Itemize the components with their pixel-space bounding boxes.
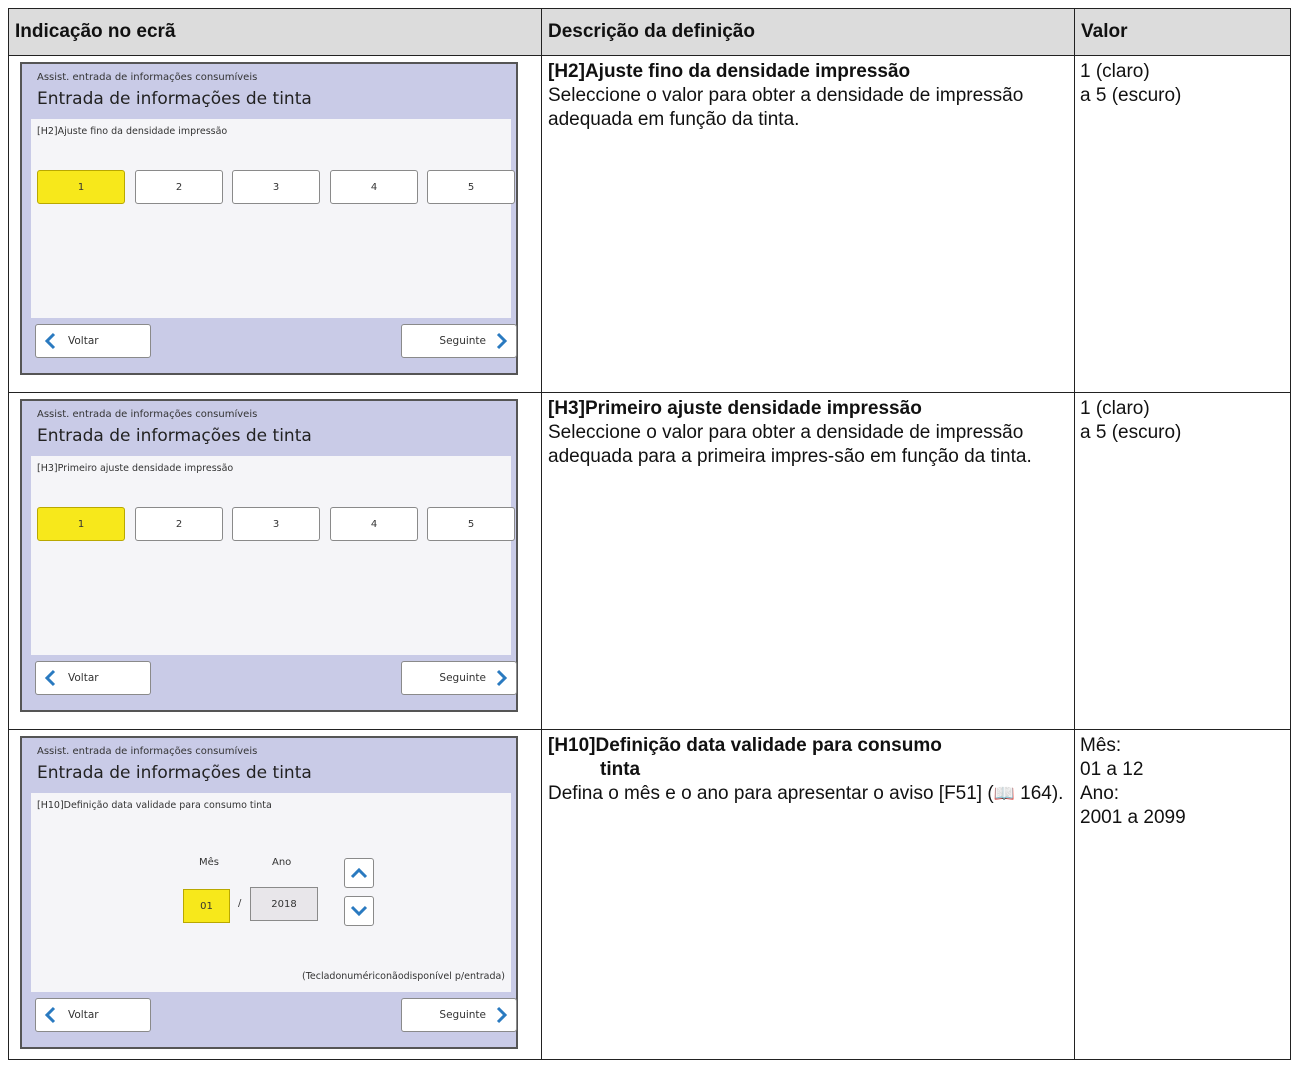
next-label: Seguinte <box>439 1009 486 1021</box>
option-3-button[interactable]: 3 <box>232 170 320 204</box>
option-1-button[interactable]: 1 <box>37 170 125 204</box>
keypad-note: (Tecladonumériconãodisponível p/entrada) <box>302 971 505 982</box>
back-button[interactable]: Voltar <box>35 324 151 358</box>
setting-description: Seleccione o valor para obter a densidad… <box>548 422 1032 467</box>
chevron-left-icon <box>44 669 56 687</box>
table-row: Assist. entrada de informações consumíve… <box>8 392 1291 730</box>
value-line: Ano: <box>1080 783 1120 804</box>
value-cell: Mês: 01 a 12 Ano: 2001 a 2099 <box>1074 729 1291 1060</box>
value-line: 01 a 12 <box>1080 759 1144 780</box>
settings-panel: [H3]Primeiro ajuste densidade impressão … <box>31 456 515 655</box>
chevron-left-icon <box>44 332 56 350</box>
chevron-down-icon <box>350 905 368 917</box>
value-line: Mês: <box>1080 735 1122 756</box>
increase-button[interactable] <box>344 858 374 888</box>
option-2-button[interactable]: 2 <box>135 507 223 541</box>
screen-title: Entrada de informações de tinta <box>37 763 312 783</box>
header-screen-indication: Indicação no ecrã <box>8 8 542 56</box>
value-line: a 5 (escuro) <box>1080 85 1182 106</box>
option-4-button[interactable]: 4 <box>330 507 418 541</box>
year-label: Ano <box>272 857 292 868</box>
value-line: 1 (claro) <box>1080 61 1150 82</box>
description-cell: [H2]Ajuste fino da densidade impressão S… <box>541 55 1075 393</box>
setting-description: Defina o mês e o ano para apresentar o a… <box>548 782 1068 806</box>
panel-label: [H3]Primeiro ajuste densidade impressão <box>37 463 234 474</box>
value-line: 1 (claro) <box>1080 398 1150 419</box>
screen-header: Assist. entrada de informações consumíve… <box>37 72 258 83</box>
description-cell: [H3]Primeiro ajuste densidade impressão … <box>541 392 1075 730</box>
next-button[interactable]: Seguinte <box>401 324 517 358</box>
setting-description: Seleccione o valor para obter a densidad… <box>548 85 1024 130</box>
screen-cell: Assist. entrada de informações consumíve… <box>8 729 542 1060</box>
setting-title: [H10]Definição data validade para consum… <box>548 734 1068 782</box>
setting-title-text: [H10]Definição data validade para consum… <box>548 735 942 756</box>
setting-title: [H2]Ajuste fino da densidade impressão <box>548 61 911 82</box>
table-row: Assist. entrada de informações consumíve… <box>8 55 1291 393</box>
setting-title-continuation: tinta <box>600 759 641 780</box>
screen-title: Entrada de informações de tinta <box>37 426 312 446</box>
table-header-row: Indicação no ecrã Descrição da definição… <box>8 8 1291 56</box>
next-button[interactable]: Seguinte <box>401 661 517 695</box>
chevron-right-icon <box>496 669 508 687</box>
option-4-button[interactable]: 4 <box>330 170 418 204</box>
month-field[interactable]: 01 <box>183 889 230 923</box>
screen-cell: Assist. entrada de informações consumíve… <box>8 55 542 393</box>
chevron-left-icon <box>44 1006 56 1024</box>
option-3-button[interactable]: 3 <box>232 507 320 541</box>
next-label: Seguinte <box>439 672 486 684</box>
screen-mockup-h3: Assist. entrada de informações consumíve… <box>20 399 518 712</box>
back-button[interactable]: Voltar <box>35 998 151 1032</box>
panel-label: [H2]Ajuste fino da densidade impressão <box>37 126 228 137</box>
screen-header: Assist. entrada de informações consumíve… <box>37 746 258 757</box>
settings-panel: [H2]Ajuste fino da densidade impressão 1… <box>31 119 515 318</box>
month-label: Mês <box>199 857 219 868</box>
description-cell: [H10]Definição data validade para consum… <box>541 729 1075 1060</box>
chevron-up-icon <box>350 867 368 879</box>
option-2-button[interactable]: 2 <box>135 170 223 204</box>
option-5-button[interactable]: 5 <box>427 170 515 204</box>
next-button[interactable]: Seguinte <box>401 998 517 1032</box>
screen-mockup-h2: Assist. entrada de informações consumíve… <box>20 62 518 375</box>
book-icon: 📖 <box>993 784 1015 803</box>
year-field[interactable]: 2018 <box>250 887 318 921</box>
value-line: a 5 (escuro) <box>1080 422 1182 443</box>
screen-header: Assist. entrada de informações consumíve… <box>37 409 258 420</box>
settings-panel: [H10]Definição data validade para consum… <box>31 793 511 992</box>
back-label: Voltar <box>68 672 99 684</box>
screen-cell: Assist. entrada de informações consumíve… <box>8 392 542 730</box>
next-label: Seguinte <box>439 335 486 347</box>
chevron-right-icon <box>496 1006 508 1024</box>
back-label: Voltar <box>68 1009 99 1021</box>
value-cell: 1 (claro) a 5 (escuro) <box>1074 55 1291 393</box>
back-label: Voltar <box>68 335 99 347</box>
page-reference[interactable]: 164 <box>1020 783 1052 804</box>
date-separator: / <box>238 898 242 909</box>
decrease-button[interactable] <box>344 896 374 926</box>
settings-table: Indicação no ecrã Descrição da definição… <box>8 8 1291 1060</box>
description-text-end: ). <box>1051 783 1064 804</box>
value-cell: 1 (claro) a 5 (escuro) <box>1074 392 1291 730</box>
value-line: 2001 a 2099 <box>1080 807 1186 828</box>
panel-label: [H10]Definição data validade para consum… <box>37 800 272 811</box>
header-setting-description: Descrição da definição <box>541 8 1075 56</box>
screen-title: Entrada de informações de tinta <box>37 89 312 109</box>
chevron-right-icon <box>496 332 508 350</box>
table-row: Assist. entrada de informações consumíve… <box>8 729 1291 1060</box>
back-button[interactable]: Voltar <box>35 661 151 695</box>
screen-mockup-h10: Assist. entrada de informações consumíve… <box>20 736 518 1049</box>
header-value: Valor <box>1074 8 1291 56</box>
setting-title: [H3]Primeiro ajuste densidade impressão <box>548 398 922 419</box>
description-text: Defina o mês e o ano para apresentar o a… <box>548 783 994 804</box>
option-1-button[interactable]: 1 <box>37 507 125 541</box>
option-5-button[interactable]: 5 <box>427 507 515 541</box>
